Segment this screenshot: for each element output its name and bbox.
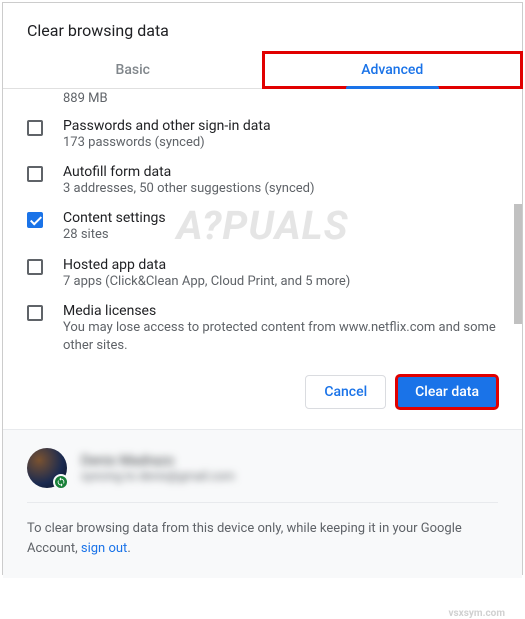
option-label: Media licenses (63, 303, 498, 319)
option-row-passwords: Passwords and other sign-in data 173 pas… (27, 112, 498, 158)
tab-advanced[interactable]: Advanced (263, 52, 523, 88)
clear-browsing-dialog: Clear browsing data Basic Advanced 889 M… (3, 3, 522, 429)
profile-row: Denis Madrazo syncing to denis@gmail.com (27, 448, 498, 503)
option-label: Passwords and other sign-in data (63, 118, 498, 134)
options-list: 889 MB Passwords and other sign-in data … (3, 89, 522, 357)
scrollbar-thumb[interactable] (514, 204, 522, 324)
option-row-autofill: Autofill form data 3 addresses, 50 other… (27, 158, 498, 204)
option-label: Content settings (63, 210, 498, 226)
option-subtext: You may lose access to protected content… (63, 319, 498, 355)
checkbox-autofill[interactable] (27, 166, 43, 182)
option-row-content-settings: Content settings 28 sites (27, 204, 498, 250)
tab-bar: Basic Advanced (3, 52, 522, 89)
clear-data-button[interactable]: Clear data (396, 375, 498, 409)
dialog-title: Clear browsing data (3, 3, 522, 52)
option-label: Hosted app data (63, 257, 498, 273)
option-label: Autofill form data (63, 164, 498, 180)
sync-badge-icon (53, 474, 69, 490)
profile-text: Denis Madrazo syncing to denis@gmail.com (81, 453, 235, 483)
option-subtext: 7 apps (Click&Clean App, Cloud Print, an… (63, 273, 498, 291)
sign-out-link[interactable]: sign out (81, 541, 127, 556)
checkbox-media-licenses[interactable] (27, 305, 43, 321)
option-subtext: 173 passwords (synced) (63, 134, 498, 152)
tab-basic[interactable]: Basic (3, 52, 263, 88)
option-row-media-licenses: Media licenses You may lose access to pr… (27, 297, 498, 357)
profile-name: Denis Madrazo (81, 453, 235, 469)
dialog-buttons: Cancel Clear data (3, 357, 522, 429)
partial-preceding-subtext: 889 MB (27, 91, 498, 106)
profile-section: Denis Madrazo syncing to denis@gmail.com… (3, 429, 522, 578)
option-subtext: 28 sites (63, 226, 498, 244)
checkbox-hosted-app[interactable] (27, 259, 43, 275)
profile-email: syncing to denis@gmail.com (81, 469, 235, 483)
cancel-button[interactable]: Cancel (305, 375, 386, 409)
option-subtext: 3 addresses, 50 other suggestions (synce… (63, 180, 498, 198)
checkbox-content-settings[interactable] (27, 212, 43, 228)
footer-text-after: . (127, 541, 130, 556)
checkbox-passwords[interactable] (27, 120, 43, 136)
footer-note: To clear browsing data from this device … (27, 503, 498, 558)
option-row-hosted-app: Hosted app data 7 apps (Click&Clean App,… (27, 251, 498, 297)
avatar-wrap (27, 448, 67, 488)
